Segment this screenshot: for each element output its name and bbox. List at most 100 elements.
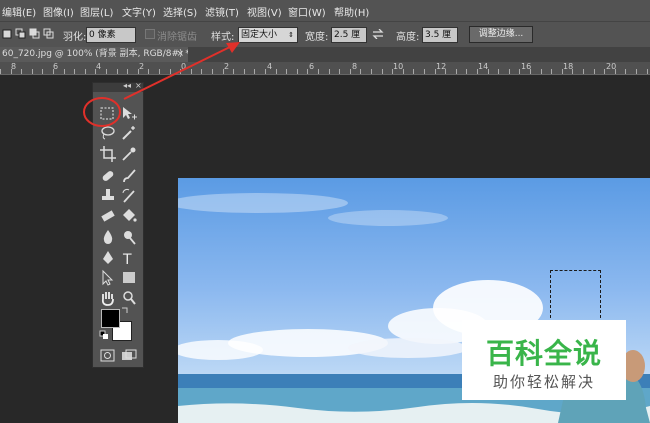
width-input[interactable]: 2.5 厘 <box>331 27 367 43</box>
menu-view[interactable]: 视图(V) <box>247 4 282 19</box>
ruler-tick <box>170 69 171 74</box>
history-brush-icon[interactable] <box>120 187 138 205</box>
ruler-tick <box>424 69 425 74</box>
ruler-tick <box>615 69 616 74</box>
hand-tool-icon[interactable] <box>99 289 117 307</box>
close-icon[interactable]: × <box>135 81 142 90</box>
menu-window[interactable]: 窗口(W) <box>288 4 326 19</box>
ruler-tick <box>21 69 22 74</box>
ruler-tick <box>572 69 573 74</box>
ruler-tick <box>339 69 340 74</box>
ruler-tick <box>11 69 12 74</box>
default-colors-icon[interactable] <box>99 330 109 340</box>
ruler-tick <box>583 69 584 74</box>
tools-panel: ◂◂ × T <box>92 81 144 368</box>
watermark-box: 百科全说 助你轻松解决 <box>462 320 626 400</box>
menu-bar: 编辑(E) 图像(I) 图层(L) 文字(Y) 选择(S) 滤镜(T) 视图(V… <box>0 0 650 21</box>
ruler-tick <box>127 69 128 74</box>
ruler-tick <box>223 69 224 74</box>
ruler-label: 2 <box>139 62 145 71</box>
menu-type[interactable]: 文字(Y) <box>122 4 156 19</box>
type-tool-icon[interactable]: T <box>120 249 138 267</box>
tools-panel-header[interactable]: ◂◂ × <box>93 81 143 92</box>
menu-image[interactable]: 图像(I) <box>43 4 74 19</box>
eraser-icon[interactable] <box>99 207 117 225</box>
ruler-label: 10 <box>393 62 404 71</box>
foreground-color-swatch[interactable] <box>101 309 120 328</box>
magic-wand-icon[interactable] <box>120 124 138 142</box>
close-icon[interactable]: × <box>176 47 184 62</box>
eyedropper-icon[interactable] <box>120 145 138 163</box>
collapse-icon[interactable]: ◂◂ <box>123 81 131 90</box>
menu-layer[interactable]: 图层(L) <box>80 4 113 19</box>
antialias-checkbox[interactable] <box>145 29 155 39</box>
screen-mode-icon[interactable] <box>120 347 138 365</box>
height-input[interactable]: 3.5 厘 <box>422 27 458 43</box>
ruler-tick <box>276 69 277 74</box>
ruler-tick <box>42 69 43 74</box>
zoom-tool-icon[interactable] <box>120 289 138 307</box>
ruler-tick <box>382 69 383 74</box>
ruler-tick <box>498 69 499 74</box>
ruler-label: 0 <box>181 62 187 71</box>
ruler-tick <box>604 69 605 74</box>
dodge-icon[interactable] <box>120 228 138 246</box>
rectangle-shape-icon[interactable] <box>120 269 138 287</box>
move-tool-icon[interactable] <box>120 105 138 123</box>
ruler-tick <box>233 69 234 74</box>
menu-filter[interactable]: 滤镜(T) <box>205 4 239 19</box>
healing-brush-icon[interactable] <box>99 167 117 185</box>
ruler-tick <box>307 69 308 74</box>
watermark-subtitle: 助你轻松解决 <box>492 373 595 391</box>
width-label: 宽度: <box>305 32 329 43</box>
ruler-tick <box>329 69 330 74</box>
swap-colors-icon[interactable] <box>120 306 130 316</box>
ruler-tick <box>647 69 648 74</box>
ruler-tick <box>509 69 510 74</box>
ruler-tick <box>413 69 414 74</box>
ruler-tick <box>265 69 266 74</box>
style-select[interactable]: 固定大小 ⇕ <box>238 27 298 43</box>
crop-icon[interactable] <box>99 145 117 163</box>
ruler-tick <box>117 69 118 74</box>
ruler-tick <box>371 69 372 74</box>
ruler-tick <box>466 69 467 74</box>
swap-icon[interactable] <box>372 29 384 39</box>
ruler-tick <box>477 69 478 74</box>
ruler-tick <box>360 69 361 74</box>
ruler-label: 14 <box>478 62 489 71</box>
svg-text:T: T <box>122 252 132 267</box>
lasso-icon[interactable] <box>99 124 117 142</box>
path-selection-icon[interactable] <box>99 269 117 287</box>
ruler-tick <box>74 69 75 74</box>
ruler-label: 8 <box>352 62 358 71</box>
ruler-label: 4 <box>96 62 102 71</box>
clone-stamp-icon[interactable] <box>99 187 117 205</box>
menu-help[interactable]: 帮助(H) <box>334 4 369 19</box>
brush-icon[interactable] <box>120 167 138 185</box>
ruler-tick <box>244 69 245 74</box>
ruler-tick <box>530 69 531 74</box>
document-tab[interactable]: 60_720.jpg @ 100% (背景 副本, RGB/8#) * × <box>0 47 188 62</box>
document-tab-row: 60_720.jpg @ 100% (背景 副本, RGB/8#) * × <box>0 47 650 62</box>
rectangular-marquee-icon[interactable] <box>99 105 117 123</box>
ruler-tick <box>636 69 637 74</box>
menu-select[interactable]: 选择(S) <box>163 4 197 19</box>
ruler-tick <box>85 69 86 74</box>
ruler-tick <box>297 69 298 74</box>
blur-icon[interactable] <box>99 228 117 246</box>
refine-edge-button[interactable]: 调整边缘... <box>469 26 533 43</box>
feather-label: 羽化: <box>63 32 87 43</box>
ruler-tick <box>625 69 626 74</box>
ruler-tick <box>594 69 595 74</box>
menu-edit[interactable]: 编辑(E) <box>2 4 36 19</box>
ruler-tick <box>254 69 255 74</box>
paint-bucket-icon[interactable] <box>120 207 138 225</box>
horizontal-ruler: 8 6 4 2 0 2 4 6 8 10 12 14 16 18 20 <box>0 62 650 75</box>
ruler-tick <box>392 69 393 74</box>
chevron-updown-icon: ⇕ <box>288 31 294 39</box>
selection-mode-icons[interactable] <box>2 28 60 41</box>
feather-input[interactable]: 0 像素 <box>86 27 136 43</box>
quick-mask-icon[interactable] <box>99 347 117 365</box>
pen-icon[interactable] <box>99 249 117 267</box>
